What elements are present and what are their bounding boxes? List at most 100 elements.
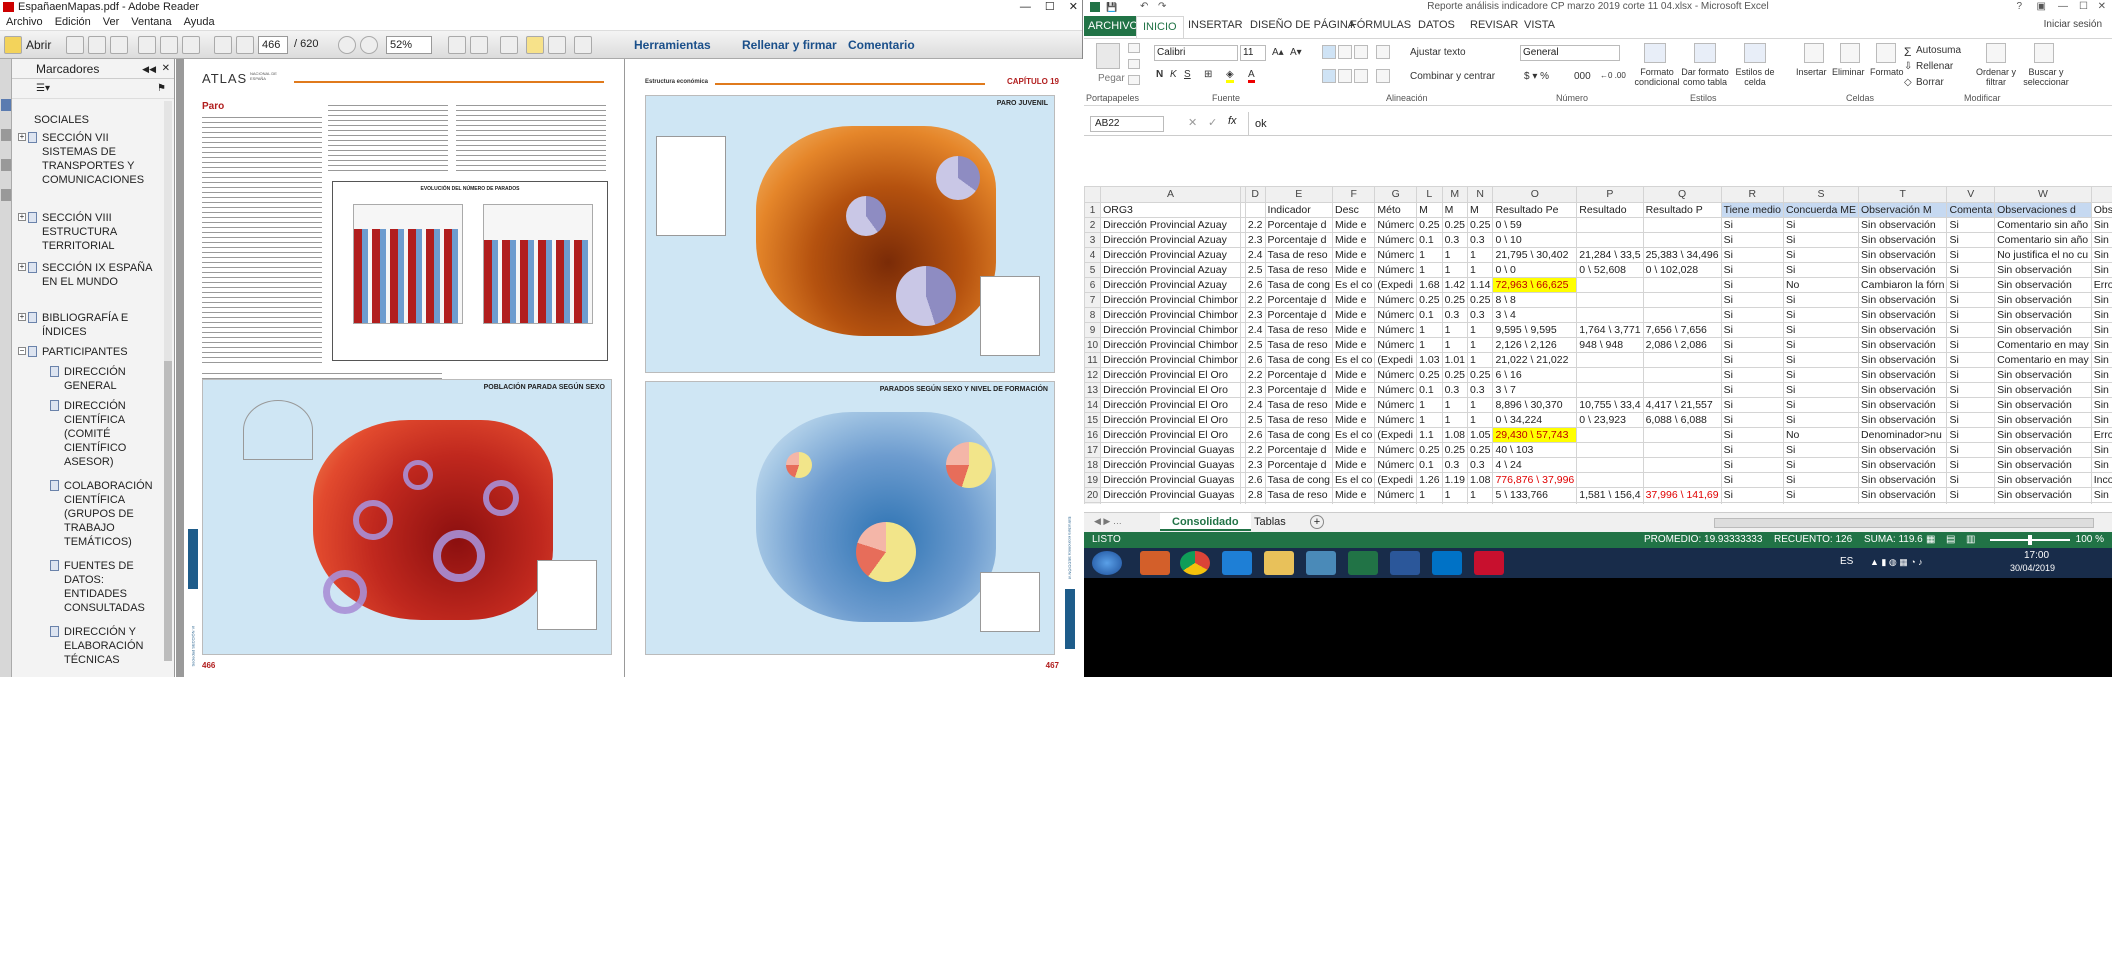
cell-styles-icon[interactable]: [1744, 43, 1766, 63]
cell[interactable]: Si: [1946, 427, 1996, 443]
cell[interactable]: Dirección Provincial Guayas: [1100, 502, 1241, 504]
cell[interactable]: 0 \ 102,028: [1642, 262, 1722, 278]
expand-icon[interactable]: +: [18, 313, 26, 321]
align-top-icon[interactable]: [1322, 45, 1336, 59]
cell[interactable]: Sin observación: [1994, 382, 2092, 398]
cell[interactable]: 2.3: [1244, 457, 1266, 473]
row-number[interactable]: 21: [1084, 502, 1102, 504]
cell[interactable]: Si: [1946, 262, 1996, 278]
cell[interactable]: Si: [1720, 337, 1784, 353]
cell[interactable]: Si: [1782, 502, 1860, 504]
edit-icon[interactable]: [88, 36, 106, 54]
cell[interactable]: 0 \ 59: [1492, 217, 1578, 233]
cell[interactable]: Dirección Provincial El Oro: [1100, 382, 1241, 398]
cell[interactable]: 0.25: [1416, 442, 1443, 458]
expand-icon[interactable]: +: [18, 263, 26, 271]
cell[interactable]: Dirección Provincial Guayas: [1100, 487, 1241, 503]
cell[interactable]: 2.8: [1244, 487, 1266, 503]
cell[interactable]: 1: [1441, 502, 1469, 504]
cell[interactable]: 0 \ 23,923: [1576, 412, 1644, 428]
redo-icon[interactable]: ↷: [1158, 0, 1166, 14]
create-pdf-icon[interactable]: [66, 36, 84, 54]
delete-button[interactable]: Eliminar: [1832, 67, 1865, 77]
cell[interactable]: Sin observación: [1994, 292, 2092, 308]
cell[interactable]: 72,963 \ 66,625: [1492, 277, 1578, 293]
cell[interactable]: 0.25: [1466, 367, 1494, 383]
column-header[interactable]: W: [1994, 186, 2092, 203]
cell[interactable]: Númerc: [1374, 442, 1418, 458]
cell[interactable]: 1: [1416, 412, 1443, 428]
cell[interactable]: Mide e: [1331, 397, 1376, 413]
cell[interactable]: Tasa de cong: [1264, 427, 1334, 443]
cell[interactable]: Sin obser: [2090, 382, 2112, 398]
cell[interactable]: Si: [1946, 307, 1996, 323]
format-cells-icon[interactable]: [1876, 43, 1896, 63]
cell[interactable]: Si: [1946, 397, 1996, 413]
cell[interactable]: 1: [1441, 487, 1469, 503]
cell[interactable]: Sin observación: [1858, 247, 1948, 263]
cell[interactable]: Sin obser: [2090, 442, 2112, 458]
cell[interactable]: Mide e: [1331, 292, 1376, 308]
column-header[interactable]: T: [1858, 186, 1948, 203]
cell[interactable]: 1.03: [1416, 352, 1443, 368]
cell[interactable]: Dirección Provincial El Oro: [1100, 412, 1241, 428]
scroll-thumb[interactable]: [164, 361, 172, 661]
header-cell[interactable]: Tiene medio: [1720, 202, 1784, 218]
cell[interactable]: 0.25: [1441, 367, 1469, 383]
cell[interactable]: 1.14: [1466, 277, 1494, 293]
cell[interactable]: Si: [1782, 412, 1860, 428]
cell[interactable]: [1642, 382, 1722, 398]
cell[interactable]: 2.3: [1244, 382, 1266, 398]
cell[interactable]: 1: [1441, 262, 1469, 278]
cell[interactable]: 2.2: [1244, 442, 1266, 458]
thousands-icon[interactable]: 000: [1574, 71, 1591, 82]
cell[interactable]: Porcentaje d: [1264, 367, 1334, 383]
cell[interactable]: Mide e: [1331, 457, 1376, 473]
header-cell[interactable]: Resultado Pe: [1492, 202, 1578, 218]
cell[interactable]: No: [1782, 427, 1860, 443]
cell[interactable]: Porcentaje d: [1264, 457, 1334, 473]
cell[interactable]: 6,088 \ 6,088: [1642, 412, 1722, 428]
row-number[interactable]: 7: [1084, 292, 1102, 308]
cell[interactable]: Sin observación: [1858, 262, 1948, 278]
cell[interactable]: Sin obser: [2090, 487, 2112, 503]
cell[interactable]: 40 \ 103: [1492, 442, 1578, 458]
cell[interactable]: Si: [1720, 232, 1784, 248]
cell[interactable]: Númerc: [1374, 457, 1418, 473]
cell[interactable]: 2.3: [1244, 307, 1266, 323]
cell[interactable]: 5 \ 133,766: [1492, 487, 1578, 503]
internet-explorer-icon[interactable]: [1222, 551, 1252, 575]
cell[interactable]: Tasa de reso: [1264, 322, 1334, 338]
cell[interactable]: Si: [1946, 292, 1996, 308]
sign-icon[interactable]: [574, 36, 592, 54]
column-header[interactable]: E: [1264, 186, 1334, 203]
cell[interactable]: Error de r: [2090, 277, 2112, 293]
cell[interactable]: Númerc: [1374, 232, 1418, 248]
cell[interactable]: Si: [1782, 487, 1860, 503]
header-cell[interactable]: ORG3: [1100, 202, 1241, 218]
find-select-icon[interactable]: [2034, 43, 2054, 63]
row-number[interactable]: 11: [1084, 352, 1102, 368]
cell[interactable]: 0 \ 0: [1492, 262, 1578, 278]
cell[interactable]: Comentario sin año: [1994, 217, 2092, 233]
orientation-icon[interactable]: [1376, 45, 1390, 59]
cell[interactable]: 1: [1441, 247, 1469, 263]
cell[interactable]: 0.3: [1441, 382, 1469, 398]
cell[interactable]: Dirección Provincial Azuay: [1100, 217, 1241, 233]
cell[interactable]: Si: [1782, 217, 1860, 233]
media-player-icon[interactable]: [1140, 551, 1170, 575]
cell[interactable]: Si: [1720, 367, 1784, 383]
outlook-icon[interactable]: [1432, 551, 1462, 575]
cell[interactable]: Sin obser: [2090, 322, 2112, 338]
cell[interactable]: 2.6: [1244, 427, 1266, 443]
cell[interactable]: 2,086 \ 2,086: [1642, 337, 1722, 353]
cell[interactable]: Sin observación: [1858, 307, 1948, 323]
cell[interactable]: 2,126 \ 2,126: [1492, 337, 1578, 353]
header-cell[interactable]: M: [1441, 202, 1469, 218]
cell[interactable]: 21,022 \ 21,022: [1492, 352, 1578, 368]
cell[interactable]: 0.25: [1441, 292, 1469, 308]
merge-center-button[interactable]: Combinar y centrar: [1410, 71, 1495, 82]
cell[interactable]: Mide e: [1331, 262, 1376, 278]
cell[interactable]: [1576, 382, 1644, 398]
cell[interactable]: 2.4: [1244, 247, 1266, 263]
